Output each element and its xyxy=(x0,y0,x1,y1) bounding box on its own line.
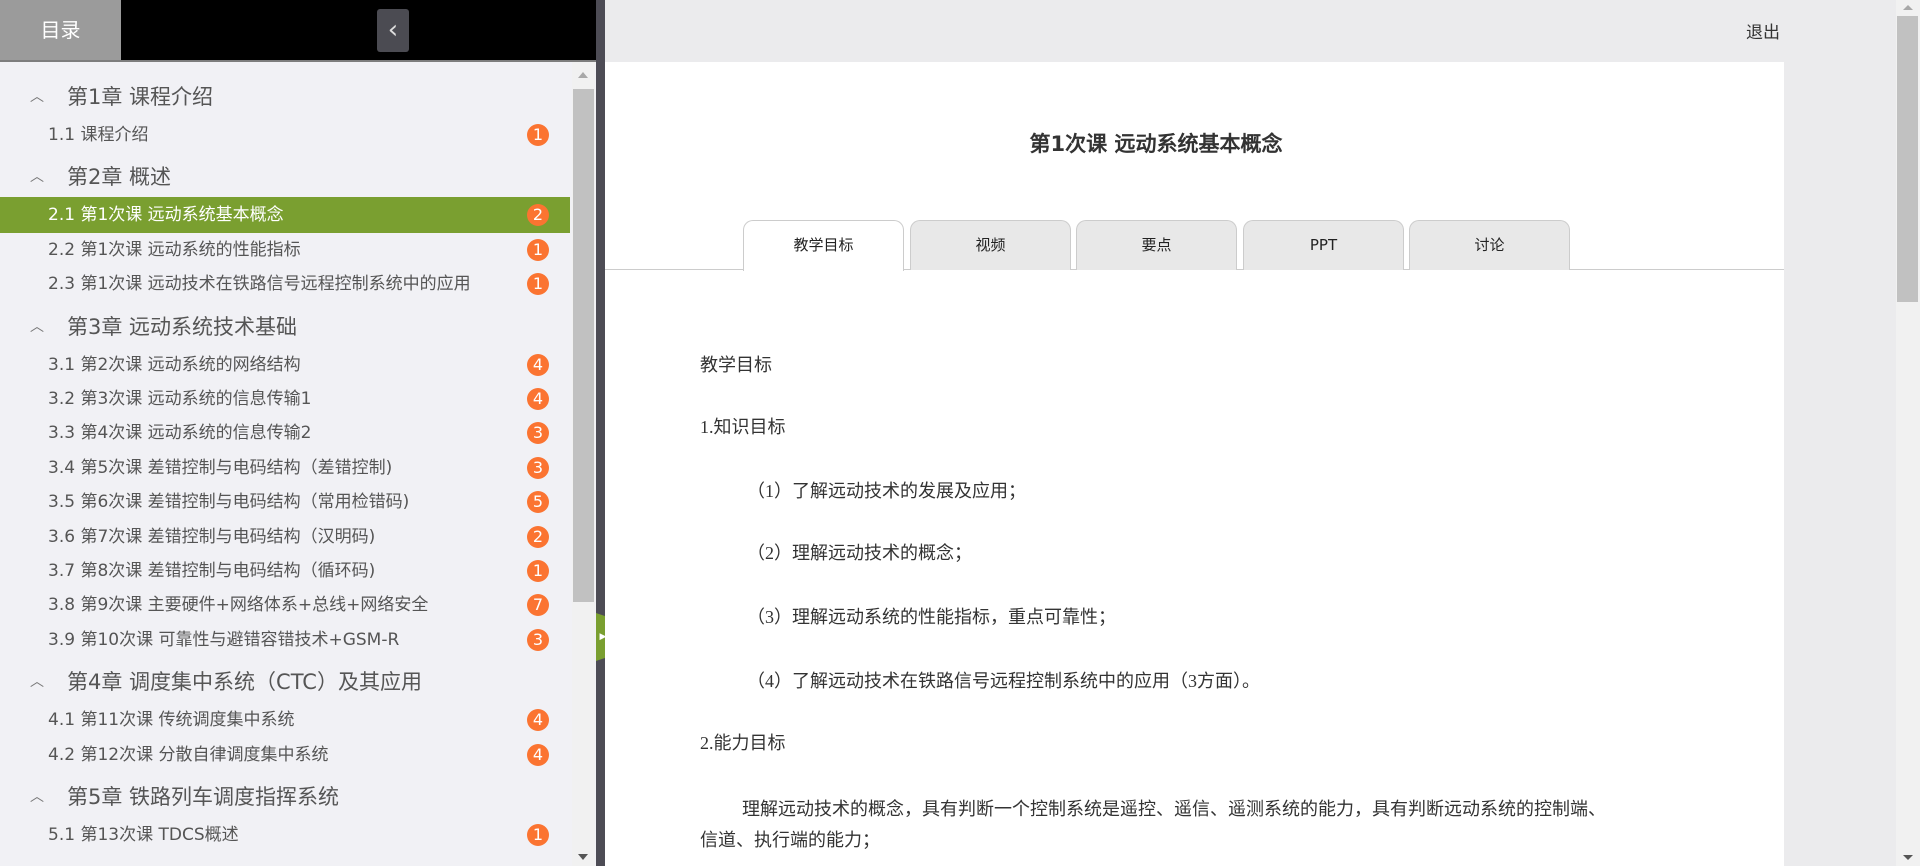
toc-item-label: 3.9 第10次课 可靠性与避错容错技术+GSM-R xyxy=(48,629,400,650)
chapter-title: 第3章 远动系统技术基础 xyxy=(67,314,298,339)
content-section: 2.能力目标 xyxy=(700,733,786,753)
chapter-heading[interactable]: ︿ 第1章 课程介绍 xyxy=(0,77,572,117)
toc-item[interactable]: 3.5 第6次课 差错控制与电码结构（常用检错码) 5 xyxy=(0,484,570,520)
count-badge: 4 xyxy=(527,388,549,410)
scroll-down-icon[interactable] xyxy=(578,854,588,860)
toc-item[interactable]: 3.8 第9次课 主要硬件+网络体系+总线+网络安全 7 xyxy=(0,587,570,623)
toc-item[interactable]: 3.9 第10次课 可靠性与避错容错技术+GSM-R 3 xyxy=(0,622,570,658)
count-badge: 1 xyxy=(527,124,549,146)
tab-ppt[interactable]: PPT xyxy=(1243,220,1404,270)
toc-tab[interactable]: 目录 xyxy=(0,0,121,60)
count-badge: 3 xyxy=(527,422,549,445)
content-item: （3）理解远动系统的性能指标，重点可靠性； xyxy=(747,607,1116,627)
sidebar-header: 目录 ‹ xyxy=(0,0,596,62)
toc-item[interactable]: 3.7 第8次课 差错控制与电码结构（循环码) 1 xyxy=(0,553,570,589)
content-item: （1）了解远动技术的发展及应用； xyxy=(747,481,1026,501)
toc-item-label: 2.3 第1次课 远动技术在铁路信号远程控制系统中的应用 xyxy=(48,274,471,295)
toc-item-label: 2.2 第1次课 远动系统的性能指标 xyxy=(48,239,301,260)
count-badge: 4 xyxy=(527,353,549,376)
count-badge: 1 xyxy=(527,273,549,296)
toc-item-label: 3.6 第7次课 差错控制与电码结构（汉明码) xyxy=(48,526,376,547)
collapse-sidebar-button[interactable]: ‹ xyxy=(377,9,409,52)
toc-item-label: 1.1 课程介绍 xyxy=(48,125,149,145)
scroll-down-icon[interactable] xyxy=(1903,855,1913,860)
toc-item-label: 3.4 第5次课 差错控制与电码结构（差错控制) xyxy=(48,457,393,478)
tab-objectives[interactable]: 教学目标 xyxy=(743,220,904,271)
tab-video[interactable]: 视频 xyxy=(910,220,1071,270)
count-badge: 3 xyxy=(527,456,549,479)
toc-item-label: 3.2 第3次课 远动系统的信息传输1 xyxy=(48,389,312,409)
content-panel: 第1次课 远动系统基本概念 教学目标 视频 要点 PPT 讨论 教学目标 1.知… xyxy=(605,62,1784,866)
sidebar-divider[interactable] xyxy=(596,0,605,866)
toc-item[interactable]: 3.6 第7次课 差错控制与电码结构（汉明码) 2 xyxy=(0,519,570,555)
chapter-title: 第5章 铁路列车调度指挥系统 xyxy=(67,785,340,809)
toc-item-label: 4.2 第12次课 分散自律调度集中系统 xyxy=(48,744,329,765)
table-of-contents: ︿ 第1章 课程介绍 1.1 课程介绍 1 ︿ 第2章 概述 2.1 第1次课 远动系统基本… xyxy=(0,62,572,866)
count-badge: 1 xyxy=(527,824,549,846)
toc-item[interactable]: 4.2 第12次课 分散自律调度集中系统 4 xyxy=(0,737,570,773)
toc-item[interactable]: 4.1 第11次课 传统调度集中系统 4 xyxy=(0,702,570,738)
page-title: 第1次课 远动系统基本概念 xyxy=(1029,132,1283,156)
chapter-title: 第1章 课程介绍 xyxy=(67,85,214,109)
chapter-heading[interactable]: ︿ 第4章 调度集中系统（CTC）及其应用 xyxy=(0,662,572,702)
toc-item[interactable]: 2.1 第1次课 远动系统基本概念 2 xyxy=(0,197,570,234)
toc-item-label: 3.5 第6次课 差错控制与电码结构（常用检错码) xyxy=(48,492,410,513)
chevron-up-icon[interactable]: ︿ xyxy=(30,157,44,197)
toc-item-label: 3.3 第4次课 远动系统的信息传输2 xyxy=(48,423,312,444)
count-badge: 4 xyxy=(527,743,549,766)
sidebar-scrollbar[interactable] xyxy=(572,62,595,866)
count-badge: 4 xyxy=(527,709,549,732)
page-scrollbar[interactable] xyxy=(1896,0,1920,866)
toc-item[interactable]: 3.4 第5次课 差错控制与电码结构（差错控制) 3 xyxy=(0,450,570,486)
chapter-title: 第2章 概述 xyxy=(67,165,172,190)
content-section: 1.知识目标 xyxy=(700,417,786,437)
count-badge: 3 xyxy=(527,628,549,651)
toc-item-label: 3.8 第9次课 主要硬件+网络体系+总线+网络安全 xyxy=(48,595,429,616)
chevron-up-icon[interactable]: ︿ xyxy=(30,77,44,117)
chapter-heading[interactable]: ︿ 第3章 远动系统技术基础 xyxy=(0,307,572,347)
toc-item[interactable]: 2.2 第1次课 远动系统的性能指标 1 xyxy=(0,232,570,268)
toc-item[interactable]: 1.1 课程介绍 1 xyxy=(0,117,570,153)
toc-item[interactable]: 3.3 第4次课 远动系统的信息传输2 3 xyxy=(0,415,570,451)
page-scroll-thumb[interactable] xyxy=(1897,16,1918,302)
chapter-heading[interactable]: ︿ 第5章 铁路列车调度指挥系统 xyxy=(0,777,572,817)
content-paragraph: 理解远动技术的概念，具有判断一个控制系统是遥控、遥信、遥测系统的能力，具有判断远… xyxy=(700,799,1606,850)
count-badge: 2 xyxy=(527,204,549,227)
toc-item-label: 3.1 第2次课 远动系统的网络结构 xyxy=(48,354,301,375)
tab-key-points[interactable]: 要点 xyxy=(1076,220,1237,270)
toc-item[interactable]: 5.1 第13次课 TDCS概述 1 xyxy=(0,817,570,853)
chevron-up-icon[interactable]: ︿ xyxy=(30,777,44,817)
chevron-up-icon[interactable]: ︿ xyxy=(30,307,44,347)
count-badge: 1 xyxy=(527,238,549,261)
sidebar: 目录 ‹ ︿ 第1章 课程介绍 1.1 课程介绍 1 ︿ 第2章 概述 2.1 第1次课 远… xyxy=(0,0,596,866)
content-heading: 教学目标 xyxy=(700,355,772,375)
chapter-title: 第4章 调度集中系统（CTC）及其应用 xyxy=(67,670,422,695)
content-item: （4）了解远动技术在铁路信号远程控制系统中的应用（3方面）。 xyxy=(747,671,1260,691)
toc-item[interactable]: 3.2 第3次课 远动系统的信息传输1 4 xyxy=(0,381,570,417)
toc-item-label: 3.7 第8次课 差错控制与电码结构（循环码) xyxy=(48,561,376,581)
content-item: （2）理解远动技术的概念； xyxy=(747,543,972,563)
toc-item[interactable]: 2.3 第1次课 远动技术在铁路信号远程控制系统中的应用 1 xyxy=(0,266,570,302)
exit-link[interactable]: 退出 xyxy=(1746,18,1780,43)
scroll-up-icon[interactable] xyxy=(1903,5,1913,10)
toc-item-label: 5.1 第13次课 TDCS概述 xyxy=(48,825,239,845)
chevron-up-icon[interactable]: ︿ xyxy=(30,662,44,702)
toc-item[interactable]: 3.1 第2次课 远动系统的网络结构 4 xyxy=(0,347,570,383)
tab-discussion[interactable]: 讨论 xyxy=(1409,220,1570,270)
count-badge: 2 xyxy=(527,525,549,548)
count-badge: 1 xyxy=(527,560,549,582)
count-badge: 7 xyxy=(527,594,549,617)
toc-item-label: 4.1 第11次课 传统调度集中系统 xyxy=(48,710,295,731)
sidebar-scroll-thumb[interactable] xyxy=(573,89,594,602)
count-badge: 5 xyxy=(527,491,549,514)
toc-item-label: 2.1 第1次课 远动系统基本概念 xyxy=(48,205,284,226)
chevron-left-icon: ‹ xyxy=(387,15,399,45)
scroll-up-icon[interactable] xyxy=(578,72,588,78)
chapter-heading[interactable]: ︿ 第2章 概述 xyxy=(0,157,572,197)
